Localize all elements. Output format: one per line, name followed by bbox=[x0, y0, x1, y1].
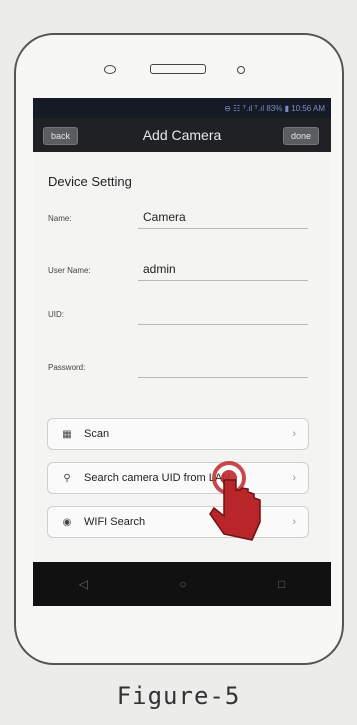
recent-apps-icon[interactable]: □ bbox=[278, 577, 285, 591]
section-title: Device Setting bbox=[48, 174, 132, 189]
status-bar-text: ⊖ ☷ ᵀ.ıl ᵀ.ıl 83% ▮ 10:56 AM bbox=[224, 103, 325, 113]
uid-label: UID: bbox=[48, 310, 64, 319]
search-key-icon: ⚲ bbox=[63, 472, 71, 484]
wifi-icon: ◉ bbox=[62, 516, 72, 528]
page-title: Add Camera bbox=[142, 127, 222, 143]
name-field[interactable]: Camera bbox=[143, 210, 186, 224]
chevron-right-icon: › bbox=[292, 516, 296, 528]
chevron-right-icon: › bbox=[292, 428, 296, 440]
scan-button[interactable]: ▦ Scan › bbox=[47, 418, 309, 450]
back-triangle-icon[interactable]: ◁ bbox=[79, 577, 88, 591]
android-nav-bar: ◁ ○ □ bbox=[33, 562, 331, 606]
username-label: User Name: bbox=[48, 266, 91, 275]
password-field-underline bbox=[138, 377, 308, 378]
phone-screen: ⊖ ☷ ᵀ.ıl ᵀ.ıl 83% ▮ 10:56 AM back Add Ca… bbox=[33, 98, 331, 606]
front-camera bbox=[237, 66, 245, 74]
uid-field-underline bbox=[138, 324, 308, 325]
chevron-right-icon: › bbox=[292, 472, 296, 484]
tap-hand-icon bbox=[209, 461, 261, 541]
home-circle-icon[interactable]: ○ bbox=[179, 577, 186, 591]
name-field-underline bbox=[138, 228, 308, 229]
proximity-sensor bbox=[104, 65, 116, 74]
figure-caption: Figure-5 bbox=[116, 682, 241, 710]
name-label: Name: bbox=[48, 214, 72, 223]
title-bar: back Add Camera done bbox=[33, 118, 331, 152]
device-setting-form: Device Setting Name: Camera User Name: a… bbox=[33, 152, 331, 562]
username-field-underline bbox=[138, 280, 308, 281]
scan-label: Scan bbox=[84, 428, 110, 440]
password-label: Password: bbox=[48, 363, 86, 372]
earpiece-speaker bbox=[150, 64, 206, 74]
status-bar: ⊖ ☷ ᵀ.ıl ᵀ.ıl 83% ▮ 10:56 AM bbox=[33, 98, 331, 118]
back-button[interactable]: back bbox=[43, 127, 79, 145]
username-field[interactable]: admin bbox=[143, 262, 176, 276]
done-button[interactable]: done bbox=[282, 127, 319, 145]
qr-scan-icon: ▦ bbox=[62, 428, 72, 440]
